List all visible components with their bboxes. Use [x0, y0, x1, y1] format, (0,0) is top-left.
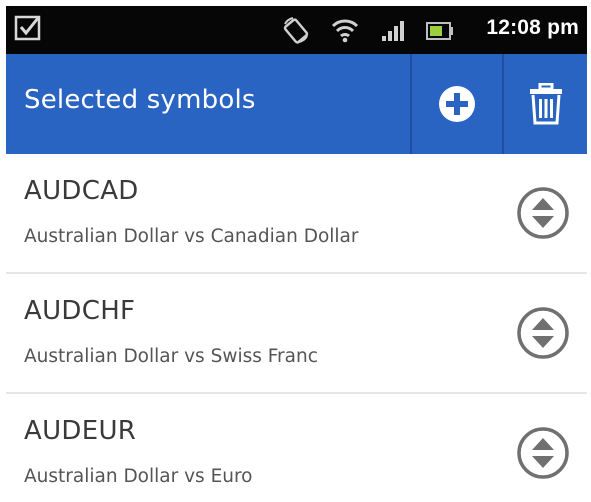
notification-check-icon: [14, 15, 41, 41]
symbol-list: AUDCAD Australian Dollar vs Canadian Dol…: [6, 154, 587, 502]
symbol-code: AUDEUR: [24, 416, 137, 446]
symbol-code: AUDCHF: [24, 296, 136, 326]
battery-icon: [426, 22, 453, 40]
status-clock: 12:08 pm: [486, 16, 579, 39]
list-item[interactable]: AUDCHF Australian Dollar vs Swiss Franc: [6, 274, 587, 394]
symbol-description: Australian Dollar vs Canadian Dollar: [24, 226, 359, 247]
list-item[interactable]: AUDCAD Australian Dollar vs Canadian Dol…: [6, 154, 587, 274]
wifi-icon: [331, 19, 359, 43]
add-icon: [439, 86, 475, 122]
delete-button[interactable]: [504, 54, 587, 154]
add-symbol-button[interactable]: [412, 54, 502, 154]
reorder-handle-icon[interactable]: [516, 186, 570, 240]
reorder-handle-icon[interactable]: [516, 306, 570, 360]
list-item[interactable]: AUDEUR Australian Dollar vs Euro: [6, 394, 587, 502]
trash-icon: [529, 83, 562, 125]
symbol-description: Australian Dollar vs Swiss Franc: [24, 346, 318, 367]
page-title: Selected symbols: [24, 85, 256, 115]
status-bar: 12:08 pm: [6, 6, 587, 54]
phone-screen: 12:08 pm Selected symbols AUDCAD Austral…: [6, 6, 587, 502]
action-bar: Selected symbols: [6, 54, 587, 154]
signal-icon: [382, 21, 404, 41]
symbol-code: AUDCAD: [24, 176, 139, 206]
rotate-lock-icon: [283, 17, 309, 44]
symbol-description: Australian Dollar vs Euro: [24, 466, 253, 487]
reorder-handle-icon[interactable]: [516, 426, 570, 480]
